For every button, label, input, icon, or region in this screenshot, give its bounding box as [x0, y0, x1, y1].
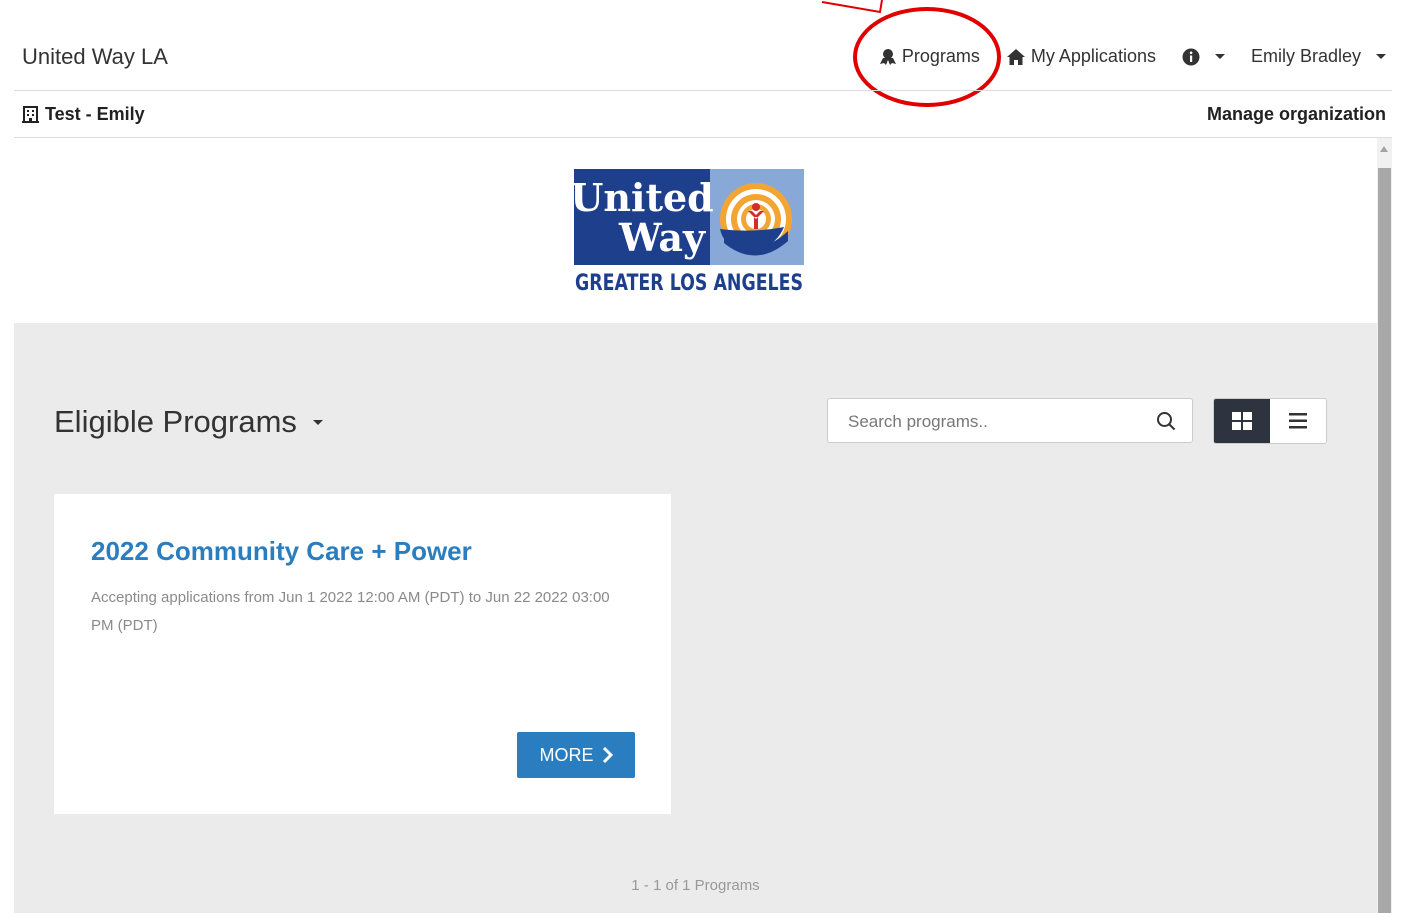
organization-name: Test - Emily	[45, 104, 145, 124]
logo-subtitle: GREATER LOS ANGELES	[575, 271, 803, 295]
search-input[interactable]	[846, 409, 1150, 435]
more-button-label: MORE	[539, 744, 594, 765]
scroll-up-arrow-icon[interactable]	[1380, 146, 1388, 152]
manage-organization-link[interactable]: Manage organization	[1207, 104, 1386, 125]
list-icon	[1289, 413, 1307, 429]
chevron-down-icon	[312, 419, 323, 425]
award-icon	[879, 48, 896, 65]
grid-view-button[interactable]	[1214, 399, 1270, 443]
nav-my-applications-label: My Applications	[1030, 46, 1156, 66]
logo-banner: United Way GREATER LOS ANGELES	[14, 138, 1377, 323]
eligible-programs-dropdown[interactable]: Eligible Programs	[54, 404, 323, 440]
search-box	[827, 398, 1193, 443]
chevron-down-icon	[1376, 54, 1386, 59]
grid-icon	[1232, 412, 1252, 430]
pagination-summary: 1 - 1 of 1 Programs	[631, 877, 760, 894]
nav-my-applications-link[interactable]: My Applications	[1006, 46, 1156, 67]
program-title[interactable]: 2022 Community Care + Power	[91, 536, 472, 567]
program-card: 2022 Community Care + Power Accepting ap…	[54, 494, 671, 814]
building-icon	[22, 106, 39, 123]
page-title: Eligible Programs	[54, 404, 297, 439]
chevron-right-icon	[602, 747, 613, 763]
home-icon	[1006, 48, 1025, 65]
list-view-button[interactable]	[1270, 399, 1326, 443]
united-way-logo: United Way GREATER LOS ANGELES	[574, 169, 804, 295]
organization-switcher[interactable]: Test - Emily	[22, 104, 145, 125]
view-toggle	[1213, 398, 1327, 444]
search-icon[interactable]	[1156, 411, 1176, 431]
logo-line1: United	[574, 175, 714, 220]
top-navbar: United Way LA Programs My Applications E…	[0, 28, 1402, 90]
organization-bar: Test - Emily Manage organization	[0, 91, 1402, 137]
info-dropdown[interactable]	[1182, 48, 1225, 66]
logo-line2: Way	[618, 215, 706, 260]
chevron-down-icon	[1214, 54, 1225, 59]
programs-content: Eligible Programs 2022 Community Care + …	[14, 323, 1377, 913]
user-name: Emily Bradley	[1250, 46, 1361, 66]
scrollbar-thumb[interactable]	[1378, 168, 1391, 913]
nav-programs-label: Programs	[901, 46, 980, 66]
more-button[interactable]: MORE	[517, 732, 635, 778]
user-menu-dropdown[interactable]: Emily Bradley	[1251, 46, 1386, 67]
rainbow-hand-mark	[720, 183, 792, 256]
annotation-arrow-mark	[821, 0, 883, 14]
nav-programs-link[interactable]: Programs	[879, 46, 980, 67]
brand-name[interactable]: United Way LA	[22, 44, 168, 70]
info-icon	[1182, 48, 1200, 65]
vertical-scrollbar[interactable]	[1377, 138, 1392, 913]
program-description: Accepting applications from Jun 1 2022 1…	[91, 589, 610, 634]
nav-right: Programs My Applications Emily Bradley	[853, 46, 1386, 67]
